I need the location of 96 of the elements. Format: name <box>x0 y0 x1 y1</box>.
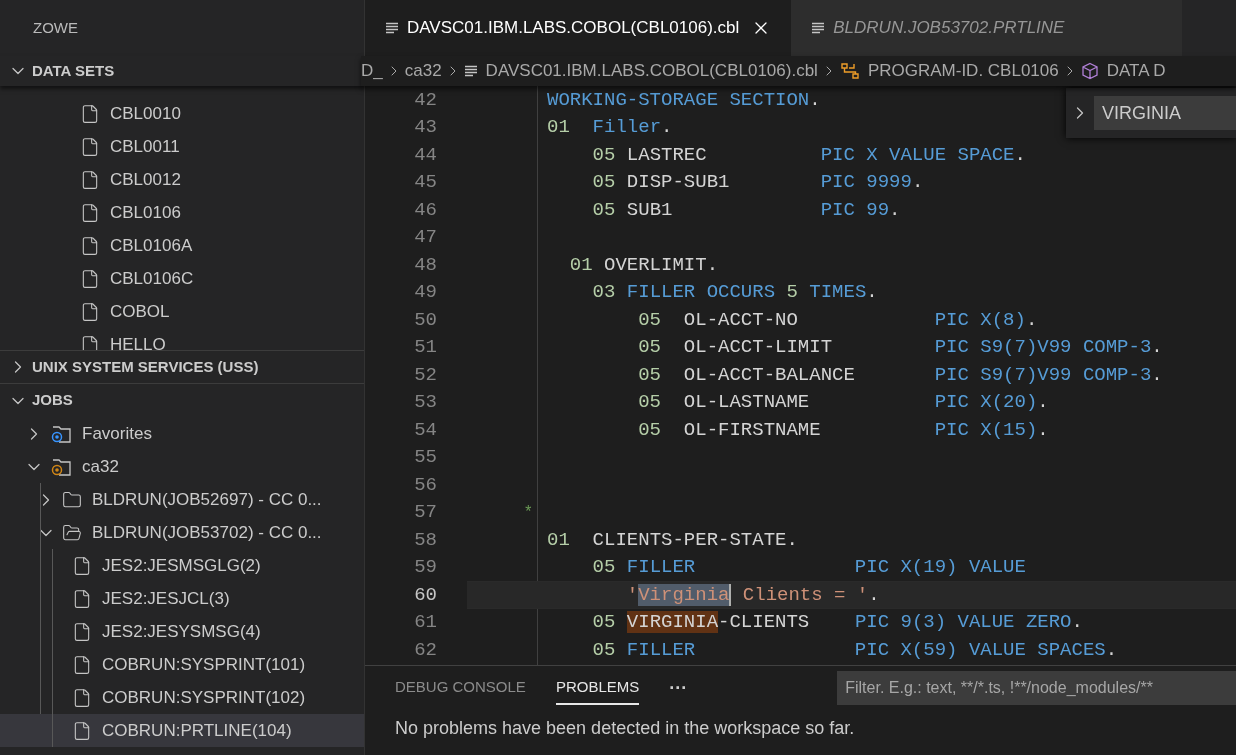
structure-icon <box>839 62 860 80</box>
file-icon <box>72 720 92 741</box>
cube-icon <box>1080 62 1099 80</box>
tree-item[interactable]: COBOL <box>0 295 364 328</box>
code-line: 05 LASTREC PIC X VALUE SPACE. <box>591 142 1026 168</box>
folder-icon <box>62 522 82 543</box>
file-icon <box>80 268 100 289</box>
line-number: 57 <box>413 500 437 525</box>
code-line: 05 OL-ACCT-NO PIC X(8). <box>637 307 1038 333</box>
line-number: 52 <box>413 362 437 388</box>
filter-field[interactable]: Filter. E.g.: text, **/*.ts, !**/node_modules/** <box>837 671 1236 705</box>
file-icon <box>80 103 100 124</box>
section-header[interactable]: JOBS <box>0 383 364 417</box>
text-file-icon <box>463 65 478 77</box>
code-line: 01 CLIENTS-PER-STATE. <box>547 527 798 553</box>
line-number: 59 <box>413 555 437 580</box>
tree-item[interactable]: COBRUN:SYSPRINT(101) <box>0 648 364 681</box>
breadcrumb-item[interactable]: PROGRAM-ID. CBL0106 <box>839 58 1059 84</box>
line-number: 50 <box>413 307 437 333</box>
line-number: 51 <box>413 335 437 360</box>
file-icon <box>80 202 100 223</box>
text-file-icon <box>811 22 826 34</box>
panel-tab[interactable]: PROBLEMS <box>555 671 640 705</box>
tree-item[interactable]: BLDRUN(JOB53702) - CC 0... <box>0 516 364 549</box>
line-number: 42 <box>413 87 437 113</box>
tree-item[interactable]: CBL0106A <box>0 229 364 262</box>
line-number: 62 <box>413 637 437 663</box>
breadcrumb-item[interactable]: DATA D <box>1080 58 1166 84</box>
code-line: 05 VIRGINIA-CLIENTS PIC 9(3) VALUE ZERO. <box>591 610 1083 635</box>
code-line: 05 OL-LASTNAME PIC X(20). <box>637 390 1049 415</box>
line-number: 49 <box>413 280 437 305</box>
tree-item[interactable]: JES2:JESJCL(3) <box>0 582 364 615</box>
code-line: 05 SUB1 PIC 99. <box>591 197 901 223</box>
tree-item[interactable]: JES2:JESMSGLG(2) <box>0 549 364 582</box>
section-header[interactable]: UNIX SYSTEM SERVICES (USS) <box>0 350 364 383</box>
code-line: WORKING-STORAGE SECTION. <box>547 87 821 113</box>
line-number: 46 <box>413 197 437 223</box>
tree-item[interactable]: CBL0012 <box>0 163 364 196</box>
file-icon <box>72 555 92 576</box>
change-marker: * <box>523 504 533 522</box>
tree-item[interactable]: HELLO <box>0 328 364 350</box>
file-icon <box>80 235 100 256</box>
find-input[interactable]: VIRGINIA <box>1094 96 1236 130</box>
tree-item[interactable]: BLDRUN(JOB52697) - CC 0... <box>0 483 364 516</box>
tree-item[interactable]: CBL0011 <box>0 130 364 163</box>
more-button[interactable]: ··· <box>669 674 688 702</box>
code-line: 'Virginia Clients = '. <box>625 582 880 608</box>
line-number: 47 <box>413 225 437 250</box>
file-icon <box>80 169 100 190</box>
code-line: 01 OVERLIMIT. <box>568 252 719 278</box>
code-line: 05 OL-ACCT-BALANCE PIC S9(7)V99 COMP-3. <box>637 362 1163 388</box>
line-number: 56 <box>413 472 437 498</box>
code-line: 05 DISP-SUB1 PIC 9999. <box>591 170 924 195</box>
line-number: 43 <box>413 115 437 140</box>
file-icon <box>72 588 92 609</box>
code-line: 05 FILLER PIC X(59) VALUE SPACES. <box>591 637 1118 663</box>
tree-item[interactable]: CBL0010 <box>0 97 364 130</box>
editor-tab[interactable]: BLDRUN.JOB53702.PRTLINE <box>791 0 1183 56</box>
tree-item[interactable]: Favorites <box>0 417 364 450</box>
code-line: 05 OL-FIRSTNAME PIC X(15). <box>637 417 1049 443</box>
line-number: 44 <box>413 142 437 168</box>
tree-item[interactable]: CBL0106C <box>0 262 364 295</box>
line-number: 48 <box>413 252 437 278</box>
file-icon <box>80 136 100 157</box>
breadcrumb-item[interactable]: ca32 <box>404 58 442 84</box>
sidebar-title: ZOWE <box>33 17 78 38</box>
folder-target-icon <box>50 423 72 444</box>
tree-item[interactable]: JES2:JESYSMSG(4) <box>0 615 364 648</box>
folder-icon <box>62 489 82 510</box>
file-icon <box>72 621 92 642</box>
code-line: 05 OL-ACCT-LIMIT PIC S9(7)V99 COMP-3. <box>637 335 1163 360</box>
file-icon <box>80 334 100 350</box>
code-line: 01 Filler. <box>547 115 673 140</box>
line-number: 61 <box>413 610 437 635</box>
line-number: 54 <box>413 417 437 443</box>
breadcrumb-item[interactable]: DAVSC01.IBM.LABS.COBOL(CBL0106).cbl <box>463 58 818 84</box>
file-icon <box>72 654 92 675</box>
line-number: 60 <box>413 582 437 608</box>
line-number: 45 <box>413 170 437 195</box>
folder-target-icon <box>50 456 72 477</box>
file-icon <box>72 687 92 708</box>
code-line: 05 FILLER PIC X(19) VALUE <box>591 555 1026 580</box>
line-number: 55 <box>413 445 437 470</box>
panel-tab[interactable]: DEBUG CONSOLE <box>395 671 526 705</box>
tree-item[interactable]: COBRUN:PRTLINE(104) <box>0 714 364 747</box>
breadcrumb-item[interactable]: D_ <box>361 58 383 84</box>
problems-message: No problems have been detected in the workspace so far. <box>395 717 856 740</box>
tree-item[interactable]: COBRUN:SYSPRINT(102) <box>0 681 364 714</box>
file-icon <box>80 301 100 322</box>
line-number: 53 <box>413 390 437 415</box>
line-number: 58 <box>413 527 437 553</box>
editor-tab[interactable]: DAVSC01.IBM.LABS.COBOL(CBL0106).cbl <box>365 0 792 56</box>
text-file-icon <box>385 22 399 34</box>
tree-item[interactable]: ca32 <box>0 450 364 483</box>
code-line: 03 FILLER OCCURS 5 TIMES. <box>591 280 878 305</box>
tree-item[interactable]: CBL0106 <box>0 196 364 229</box>
